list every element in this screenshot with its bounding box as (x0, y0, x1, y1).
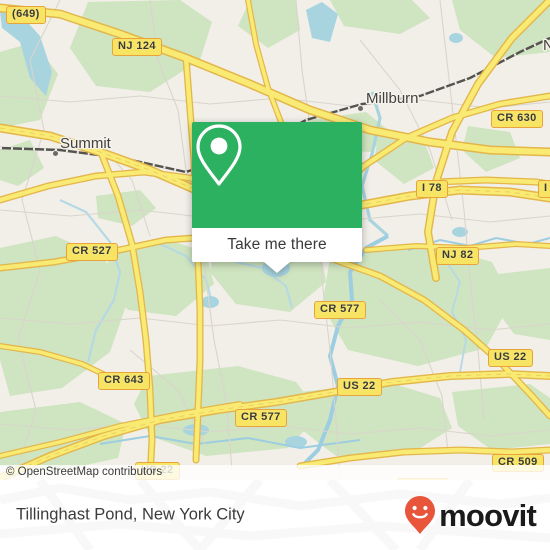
road-shield: CR 527 (66, 243, 118, 261)
road-shield: (649) (6, 6, 46, 24)
road-shield: CR 643 (98, 372, 150, 390)
location-popup-card[interactable]: Take me there (192, 122, 362, 273)
road-shield: CR 577 (235, 409, 287, 427)
take-me-there-label: Take me there (227, 236, 327, 253)
road-shield: CR 577 (314, 301, 366, 319)
map-canvas[interactable]: Summit Millburn N (649) NJ 124 CR 630 I … (0, 0, 550, 480)
road-shield: NJ 124 (112, 38, 162, 56)
popup-pointer-tail (264, 262, 290, 273)
footer-bar: Tillinghast Pond, New York City moovit (0, 480, 550, 550)
road-shield: I 2 (538, 180, 550, 198)
page-title: Tillinghast Pond, New York City (16, 505, 245, 524)
place-dot-millburn (357, 105, 364, 112)
moovit-wordmark: moovit (439, 497, 537, 533)
road-shield: I 78 (416, 180, 448, 198)
place-label-millburn: Millburn (366, 90, 419, 107)
map-screenshot: Summit Millburn N (649) NJ 124 CR 630 I … (0, 0, 550, 550)
road-shield: US 22 (488, 349, 533, 367)
place-label-clipped: N (543, 37, 550, 54)
road-shield: NJ 82 (436, 247, 480, 265)
place-label-summit: Summit (60, 135, 111, 152)
moovit-smiley-pin-icon (405, 496, 436, 534)
popup-header (192, 122, 362, 228)
road-shield: CR 630 (491, 110, 543, 128)
osm-attribution[interactable]: © OpenStreetMap contributors (0, 465, 550, 480)
popup-action-row[interactable]: Take me there (192, 228, 362, 262)
moovit-brand[interactable]: moovit (403, 495, 537, 535)
road-shield: US 22 (337, 378, 382, 396)
map-pin-icon (196, 124, 242, 186)
place-dot-summit (52, 150, 59, 157)
